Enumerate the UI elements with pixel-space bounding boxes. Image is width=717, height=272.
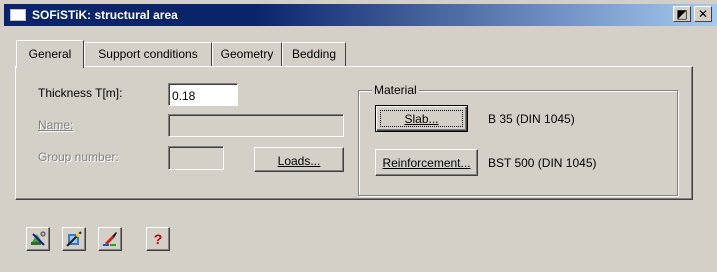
reinforcement-button[interactable]: Reinforcement... <box>375 149 478 176</box>
help-icon: ? <box>153 231 163 247</box>
slab-material-value: B 35 (DIN 1045) <box>488 112 575 126</box>
help-button[interactable]: ? <box>146 227 170 251</box>
paint-icon <box>103 232 117 246</box>
name-label: Name: <box>38 118 74 132</box>
tools-icon <box>31 231 46 246</box>
tab-geometry[interactable]: Geometry <box>212 42 282 66</box>
thickness-label: Thickness T[m]: <box>38 86 123 100</box>
pin-icon[interactable]: ◩ <box>673 6 691 22</box>
group-number-input[interactable] <box>168 146 224 170</box>
loads-button-label: Loads... <box>277 154 321 168</box>
loads-button[interactable]: Loads... <box>254 147 344 172</box>
group-number-label: Group number: <box>38 150 119 164</box>
wizard-button[interactable] <box>62 227 86 251</box>
tab-bedding[interactable]: Bedding <box>282 42 346 66</box>
title-bar[interactable]: SOFiSTiK: structural area ◩ ✕ <box>4 4 717 26</box>
material-group-title: Material <box>372 83 419 97</box>
reinforcement-material-value: BST 500 (DIN 1045) <box>488 156 597 170</box>
tab-support-conditions[interactable]: Support conditions <box>84 42 212 66</box>
window-title: SOFiSTiK: structural area <box>32 8 178 22</box>
app-icon <box>10 9 26 21</box>
thickness-input[interactable]: 0.18 <box>168 83 238 106</box>
tools-button[interactable] <box>26 227 50 251</box>
slab-button[interactable]: Slab... <box>375 105 468 132</box>
tab-general[interactable]: General <box>16 40 84 68</box>
paint-button[interactable] <box>98 227 122 251</box>
name-input[interactable] <box>168 114 344 137</box>
slab-button-label: Slab... <box>404 112 439 126</box>
reinforcement-button-label: Reinforcement... <box>382 156 471 170</box>
close-button[interactable]: ✕ <box>694 6 712 22</box>
dialog-window: SOFiSTiK: structural area ◩ ✕ General Su… <box>0 0 717 272</box>
wizard-icon <box>66 231 82 247</box>
